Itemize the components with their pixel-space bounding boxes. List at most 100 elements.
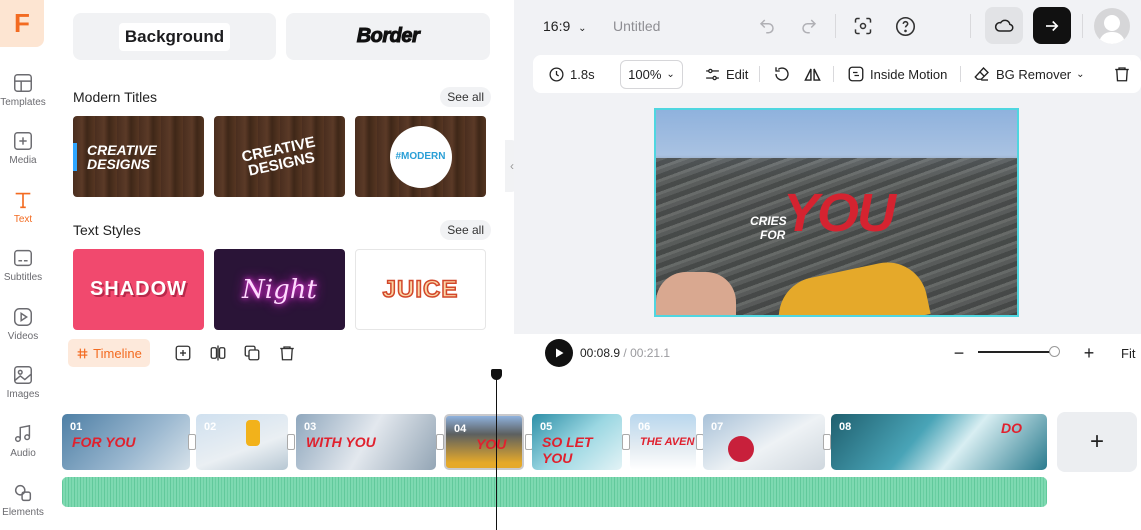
undo-icon[interactable] bbox=[756, 15, 778, 37]
clip-text: THE AVEN bbox=[640, 436, 695, 448]
time-separator: / bbox=[620, 346, 631, 360]
zoom-select[interactable]: 100% ⌄ bbox=[620, 60, 683, 89]
clip-text: SO LET YOU bbox=[542, 434, 593, 466]
canvas-text-you[interactable]: YOU bbox=[783, 182, 896, 244]
app-logo[interactable]: F bbox=[0, 0, 44, 47]
transition-handle[interactable] bbox=[622, 434, 630, 450]
border-label: Border bbox=[356, 25, 420, 48]
toolbar-divider bbox=[1082, 14, 1083, 38]
project-title[interactable]: Untitled bbox=[613, 18, 660, 34]
rail-item-videos[interactable]: Videos bbox=[0, 306, 46, 342]
toolbar-divider bbox=[970, 14, 971, 38]
video-preview-canvas[interactable]: CRIES FOR YOU bbox=[654, 108, 1019, 317]
rotate-icon bbox=[775, 67, 789, 81]
playback-time: 00:08.9 / 00:21.1 bbox=[580, 346, 670, 360]
aspect-ratio-select[interactable]: 16:9 ⌄ bbox=[543, 18, 587, 34]
text-style-night[interactable]: Night bbox=[214, 249, 345, 330]
bg-remover-button[interactable]: BG Remover ⌄ bbox=[973, 55, 1085, 93]
clip-5[interactable]: 05 SO LET YOU bbox=[532, 414, 622, 470]
text-styles-heading: Text Styles bbox=[73, 222, 141, 238]
help-icon[interactable] bbox=[894, 15, 916, 37]
background-label: Background bbox=[118, 22, 231, 51]
zoom-slider[interactable] bbox=[978, 351, 1058, 353]
zoom-value: 100% bbox=[628, 67, 662, 82]
border-style-button[interactable]: Border bbox=[286, 13, 490, 60]
timeline-toggle-button[interactable]: Timeline bbox=[68, 339, 150, 367]
clip-1[interactable]: 01 FOR YOU bbox=[62, 414, 190, 470]
duration-control[interactable]: 1.8s bbox=[548, 55, 595, 93]
text-style-juice[interactable]: JUICE bbox=[355, 249, 486, 330]
transition-handle[interactable] bbox=[188, 434, 196, 450]
add-clip-button[interactable]: + bbox=[1057, 412, 1137, 472]
modern-title-2-text: CREATIVE DESIGNS bbox=[239, 133, 317, 180]
flip-icon bbox=[804, 68, 821, 81]
playhead-handle[interactable] bbox=[491, 369, 502, 380]
clip-number: 07 bbox=[711, 421, 724, 433]
rotate-button[interactable] bbox=[773, 55, 796, 93]
trash-icon bbox=[1115, 67, 1129, 82]
rail-item-text[interactable]: Text bbox=[0, 189, 46, 225]
rail-label-subtitles: Subtitles bbox=[3, 272, 43, 283]
audio-track[interactable] bbox=[62, 477, 1047, 507]
clip-7[interactable]: 07 bbox=[703, 414, 825, 470]
edit-button[interactable]: Edit bbox=[704, 55, 748, 93]
canvas-text-cries: CRIES bbox=[750, 214, 787, 228]
trash-icon[interactable] bbox=[276, 342, 298, 364]
clip-3[interactable]: 03 WITH YOU bbox=[296, 414, 436, 470]
clip-8[interactable]: 08 DO bbox=[831, 414, 1047, 470]
rail-item-subtitles[interactable]: Subtitles bbox=[0, 247, 46, 283]
cloud-save-button[interactable] bbox=[985, 7, 1023, 44]
total-time: 00:21.1 bbox=[630, 346, 671, 360]
duration-value: 1.8s bbox=[570, 66, 595, 82]
avatar[interactable] bbox=[1094, 8, 1130, 44]
transition-handle[interactable] bbox=[436, 434, 444, 450]
rail-item-elements[interactable]: Elements bbox=[0, 482, 46, 518]
inside-motion-button[interactable]: Inside Motion bbox=[847, 55, 947, 93]
text-styles-see-all[interactable]: See all bbox=[440, 220, 491, 240]
bg-remover-label: BG Remover bbox=[996, 66, 1072, 82]
split-icon[interactable] bbox=[207, 342, 229, 364]
zoom-slider-knob[interactable] bbox=[1049, 346, 1060, 357]
modern-title-thumb-3[interactable]: #MODERN bbox=[355, 116, 486, 197]
clip-text: YOU bbox=[476, 436, 507, 452]
clip-4[interactable]: 04 YOU bbox=[444, 414, 524, 470]
rail-label-templates: Templates bbox=[0, 97, 46, 108]
clip-2[interactable]: 02 bbox=[196, 414, 288, 470]
subtitles-icon bbox=[14, 249, 32, 267]
text-style-night-label: Night bbox=[242, 274, 317, 305]
text-style-juice-label: JUICE bbox=[382, 275, 459, 304]
duplicate-icon[interactable] bbox=[241, 342, 263, 364]
clip-6[interactable]: 06 THE AVEN bbox=[630, 414, 696, 470]
add-clip-icon[interactable] bbox=[172, 342, 194, 364]
hand-shape bbox=[656, 272, 736, 315]
zoom-in-icon[interactable]: + bbox=[1078, 342, 1100, 364]
text-icon bbox=[15, 192, 31, 209]
play-button[interactable] bbox=[545, 339, 573, 367]
clock-icon bbox=[549, 66, 564, 82]
rail-item-images[interactable]: Images bbox=[0, 364, 46, 400]
screen-capture-icon[interactable] bbox=[852, 15, 874, 37]
background-style-button[interactable]: Background bbox=[73, 13, 276, 60]
export-button[interactable] bbox=[1033, 7, 1071, 44]
rail-item-media[interactable]: Media bbox=[0, 130, 46, 166]
inside-motion-label: Inside Motion bbox=[870, 66, 948, 82]
timeline-icon bbox=[77, 348, 88, 358]
modern-title-thumb-1[interactable]: CREATIVE DESIGNS bbox=[73, 116, 204, 197]
editor-app: F Templates Media Text Subtitles Videos … bbox=[0, 0, 1141, 530]
delete-element-button[interactable] bbox=[1113, 55, 1136, 93]
images-icon bbox=[14, 366, 32, 384]
modern-title-thumb-2[interactable]: CREATIVE DESIGNS bbox=[214, 116, 345, 197]
transition-handle[interactable] bbox=[823, 434, 831, 450]
rail-label-images: Images bbox=[6, 389, 40, 400]
rail-item-templates[interactable]: Templates bbox=[0, 72, 46, 108]
zoom-out-icon[interactable]: − bbox=[948, 342, 970, 364]
text-style-shadow[interactable]: SHADOW bbox=[73, 249, 204, 330]
fit-button[interactable]: Fit bbox=[1121, 346, 1135, 361]
modern-titles-see-all[interactable]: See all bbox=[440, 87, 491, 107]
flip-button[interactable] bbox=[803, 55, 827, 93]
rail-item-audio[interactable]: Audio bbox=[0, 423, 46, 459]
play-icon bbox=[556, 348, 564, 358]
canvas-text-small[interactable]: CRIES FOR bbox=[750, 214, 787, 242]
transition-handle[interactable] bbox=[287, 434, 295, 450]
redo-icon[interactable] bbox=[798, 15, 820, 37]
